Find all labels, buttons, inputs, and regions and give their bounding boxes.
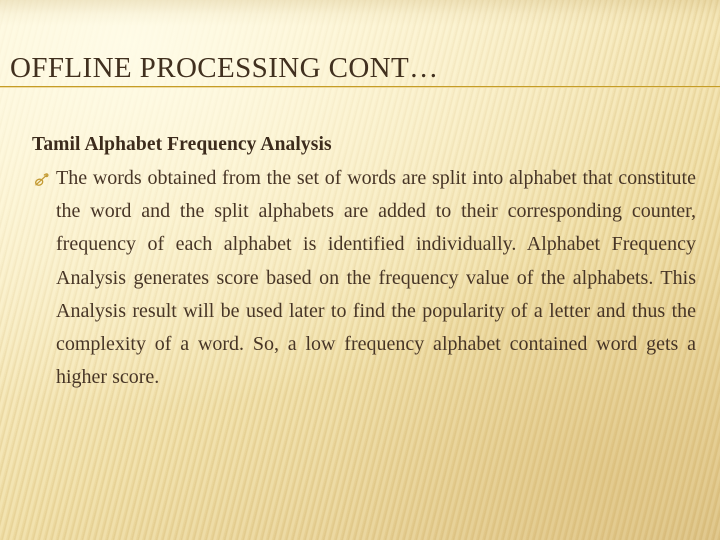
top-edge-shading: [0, 0, 720, 26]
section-heading: Tamil Alphabet Frequency Analysis: [32, 134, 332, 155]
title-underline-rule: [0, 86, 720, 87]
script-flourish-bullet-icon: [32, 170, 52, 190]
slide-canvas: OFFLINE PROCESSING CONT… Tamil Alphabet …: [0, 0, 720, 540]
slide-title-block: OFFLINE PROCESSING CONT…: [10, 52, 710, 84]
page-title: OFFLINE PROCESSING CONT…: [10, 52, 439, 84]
slide-body-block: Tamil Alphabet Frequency Analysis The wo…: [32, 132, 696, 394]
bullet-list-item: The words obtained from the set of words…: [32, 162, 696, 394]
body-paragraph: The words obtained from the set of words…: [56, 167, 696, 389]
